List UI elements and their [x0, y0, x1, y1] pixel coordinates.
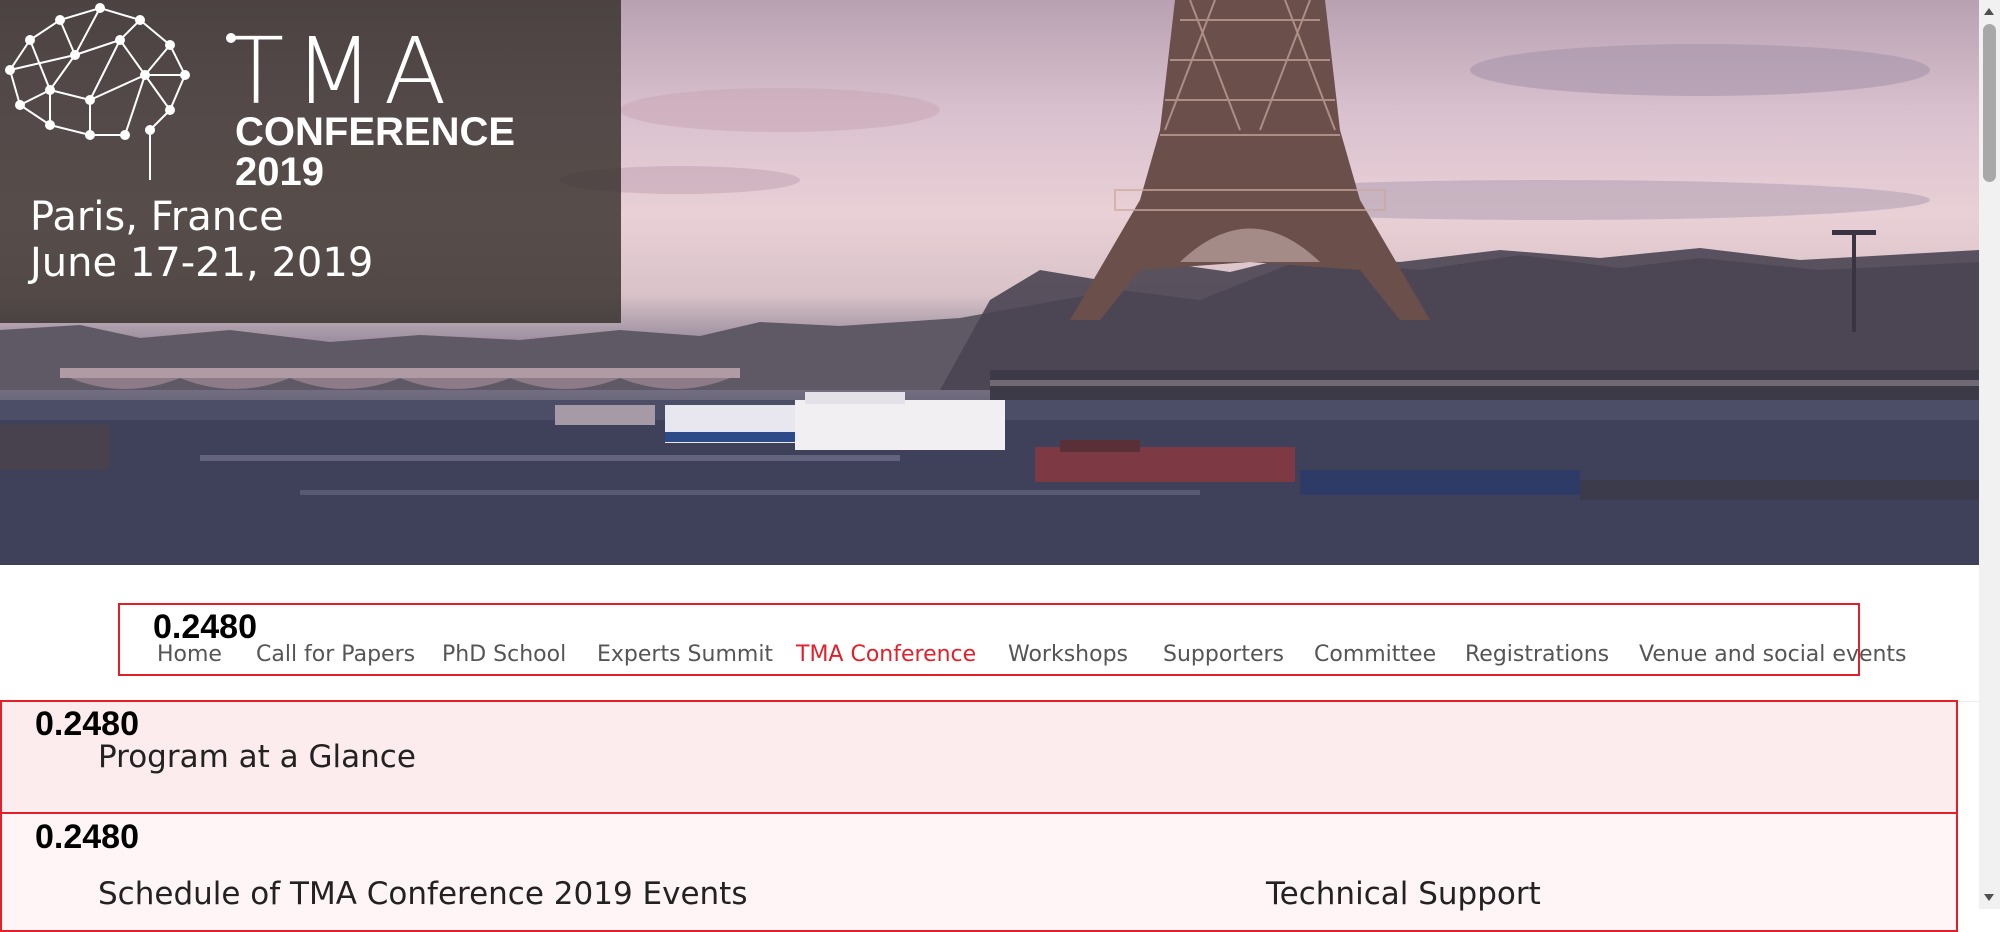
nav-item-phd-school[interactable]: PhD School — [442, 642, 566, 667]
brain-network-icon — [5, 3, 190, 180]
nav-item-supporters[interactable]: Supporters — [1163, 642, 1284, 667]
logo-conference-text: CONFERENCE — [235, 110, 516, 154]
scroll-up-arrow-icon[interactable] — [1984, 8, 1994, 15]
nav-item-committee[interactable]: Committee — [1314, 642, 1436, 667]
section-title-schedule: Schedule of TMA Conference 2019 Events — [98, 876, 748, 912]
section-title-program-at-a-glance: Program at a Glance — [98, 739, 416, 775]
section-score-badge: 0.2480 — [35, 818, 139, 856]
nav-item-workshops[interactable]: Workshops — [1008, 642, 1128, 667]
nav-item-home[interactable]: Home — [157, 642, 222, 667]
dates-text: June 17-21, 2019 — [30, 240, 374, 286]
nav-score-badge: 0.2480 — [153, 608, 257, 646]
hero-banner: TMA CONFERENCE 2019 Paris, France June 1… — [0, 0, 1979, 565]
scroll-down-arrow-icon[interactable] — [1984, 894, 1994, 901]
nav-item-venue-and-social-events[interactable]: Venue and social events — [1639, 642, 1907, 667]
logo-title: TMA — [228, 18, 457, 125]
vertical-scrollbar[interactable] — [1979, 0, 2000, 909]
schedule-section — [0, 812, 1958, 932]
nav-item-registrations[interactable]: Registrations — [1465, 642, 1609, 667]
nav-item-tma-conference[interactable]: TMA Conference — [796, 642, 976, 667]
nav-item-call-for-papers[interactable]: Call for Papers — [256, 642, 415, 667]
nav-item-experts-summit[interactable]: Experts Summit — [597, 642, 773, 667]
section-title-technical-support: Technical Support — [1266, 876, 1541, 912]
location-text: Paris, France — [30, 194, 284, 240]
logo-year: 2019 — [235, 150, 324, 194]
scroll-thumb[interactable] — [1983, 24, 1996, 182]
brand-panel: TMA CONFERENCE 2019 Paris, France June 1… — [0, 0, 621, 323]
section-score-badge: 0.2480 — [35, 705, 139, 743]
